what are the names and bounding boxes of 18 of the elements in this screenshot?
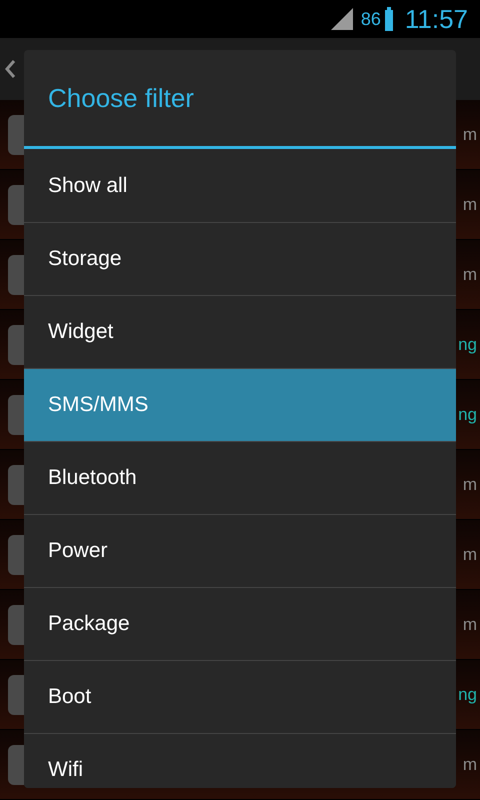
battery-icon <box>384 7 393 31</box>
signal-icon <box>330 8 353 30</box>
app-status: ng <box>458 336 477 353</box>
clock: 11:57 <box>404 2 468 36</box>
battery-level: 86 <box>360 8 381 31</box>
back-icon[interactable] <box>4 59 16 79</box>
app-status: m <box>462 616 477 633</box>
app-status: m <box>462 546 477 563</box>
filter-option[interactable]: SMS/MMS <box>24 368 456 441</box>
app-status: ng <box>458 686 477 703</box>
app-status: m <box>462 196 477 213</box>
dialog-title: Choose filter <box>48 82 194 114</box>
app-status: ng <box>458 406 477 423</box>
app-status: m <box>462 126 477 143</box>
app-status: m <box>462 266 477 283</box>
app-status: m <box>462 476 477 493</box>
app-status: m <box>462 756 477 773</box>
filter-option[interactable]: Wifi <box>24 733 456 788</box>
